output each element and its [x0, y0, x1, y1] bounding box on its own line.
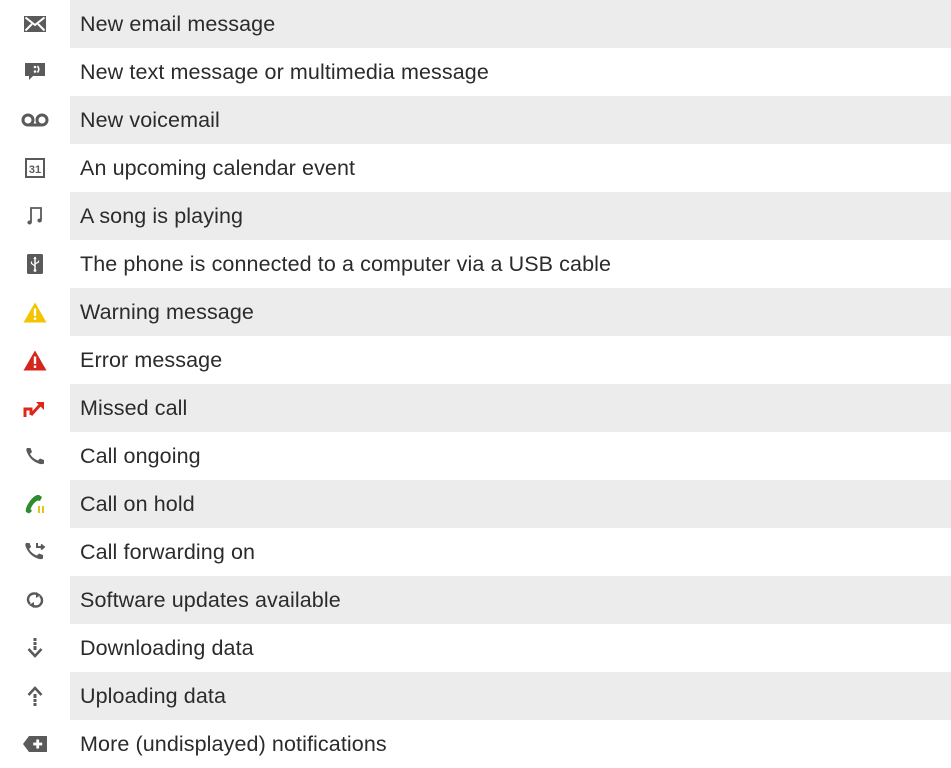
table-row: 31 An upcoming calendar event [0, 144, 951, 192]
table-row: Warning message [0, 288, 951, 336]
row-label: The phone is connected to a computer via… [80, 251, 612, 276]
table-row: Error message [0, 336, 951, 384]
table-row: Uploading data [0, 672, 951, 720]
label-cell: Call forwarding on [70, 528, 951, 576]
icon-cell [0, 720, 70, 768]
table-row: The phone is connected to a computer via… [0, 240, 951, 288]
usb-icon [27, 254, 43, 274]
table-row: More (undisplayed) notifications [0, 720, 951, 768]
missed-call-icon [23, 402, 44, 417]
icon-cell: 31 [0, 144, 70, 192]
icon-cell [0, 192, 70, 240]
row-label: Call forwarding on [80, 539, 256, 564]
label-cell: New voicemail [70, 96, 951, 144]
more-notifications-icon [23, 736, 47, 752]
icon-cell [0, 48, 70, 96]
calendar-icon: 31 [25, 158, 45, 178]
label-cell: Missed call [70, 384, 951, 432]
row-label: Call on hold [80, 491, 195, 516]
label-cell: New email message [70, 0, 951, 48]
label-cell: An upcoming calendar event [70, 144, 951, 192]
label-cell: Downloading data [70, 624, 951, 672]
table-row: New voicemail [0, 96, 951, 144]
table-row: Call forwarding on [0, 528, 951, 576]
icon-cell [0, 336, 70, 384]
icon-cell [0, 240, 70, 288]
table-row: Missed call [0, 384, 951, 432]
label-cell: Warning message [70, 288, 951, 336]
icon-cell [0, 384, 70, 432]
label-cell: Call ongoing [70, 432, 951, 480]
text-message-icon [25, 63, 45, 80]
icon-cell [0, 96, 70, 144]
row-label: New email message [80, 11, 276, 36]
icon-cell [0, 624, 70, 672]
table-row: Call on hold [0, 480, 951, 528]
row-label: New voicemail [80, 107, 220, 132]
warning-icon [23, 302, 47, 322]
label-cell: Call on hold [70, 480, 951, 528]
table-row: New text message or multimedia message [0, 48, 951, 96]
row-label: New text message or multimedia message [80, 59, 489, 84]
table-row: New email message [0, 0, 951, 48]
icon-cell [0, 528, 70, 576]
download-icon [27, 638, 43, 658]
error-icon [23, 350, 47, 370]
label-cell: More (undisplayed) notifications [70, 720, 951, 768]
row-label: Error message [80, 347, 223, 372]
voicemail-icon [21, 113, 49, 127]
call-on-hold-icon [25, 495, 44, 514]
icon-cell [0, 576, 70, 624]
table-row: Downloading data [0, 624, 951, 672]
label-cell: Software updates available [70, 576, 951, 624]
table-row: A song is playing [0, 192, 951, 240]
icon-cell [0, 0, 70, 48]
icon-cell [0, 432, 70, 480]
table-row: Call ongoing [0, 432, 951, 480]
label-cell: A song is playing [70, 192, 951, 240]
row-label: An upcoming calendar event [80, 155, 356, 180]
row-label: More (undisplayed) notifications [80, 731, 387, 756]
row-label: Warning message [80, 299, 254, 324]
upload-icon [27, 686, 43, 706]
label-cell: Uploading data [70, 672, 951, 720]
table-row: Software updates available [0, 576, 951, 624]
row-label: Uploading data [80, 683, 227, 708]
label-cell: New text message or multimedia message [70, 48, 951, 96]
music-note-icon [27, 207, 42, 225]
calendar-day-text: 31 [29, 164, 41, 176]
email-icon [24, 16, 46, 32]
icon-cell [0, 672, 70, 720]
software-update-icon [26, 592, 44, 608]
row-label: Downloading data [80, 635, 254, 660]
row-label: A song is playing [80, 203, 244, 228]
label-cell: Error message [70, 336, 951, 384]
row-label: Software updates available [80, 587, 341, 612]
label-cell: The phone is connected to a computer via… [70, 240, 951, 288]
status-icon-table: New email message New text message or mu… [0, 0, 951, 760]
icon-cell [0, 288, 70, 336]
row-label: Missed call [80, 395, 188, 420]
call-forwarding-icon [25, 543, 46, 560]
call-ongoing-icon [26, 448, 44, 465]
row-label: Call ongoing [80, 443, 201, 468]
icon-cell [0, 480, 70, 528]
